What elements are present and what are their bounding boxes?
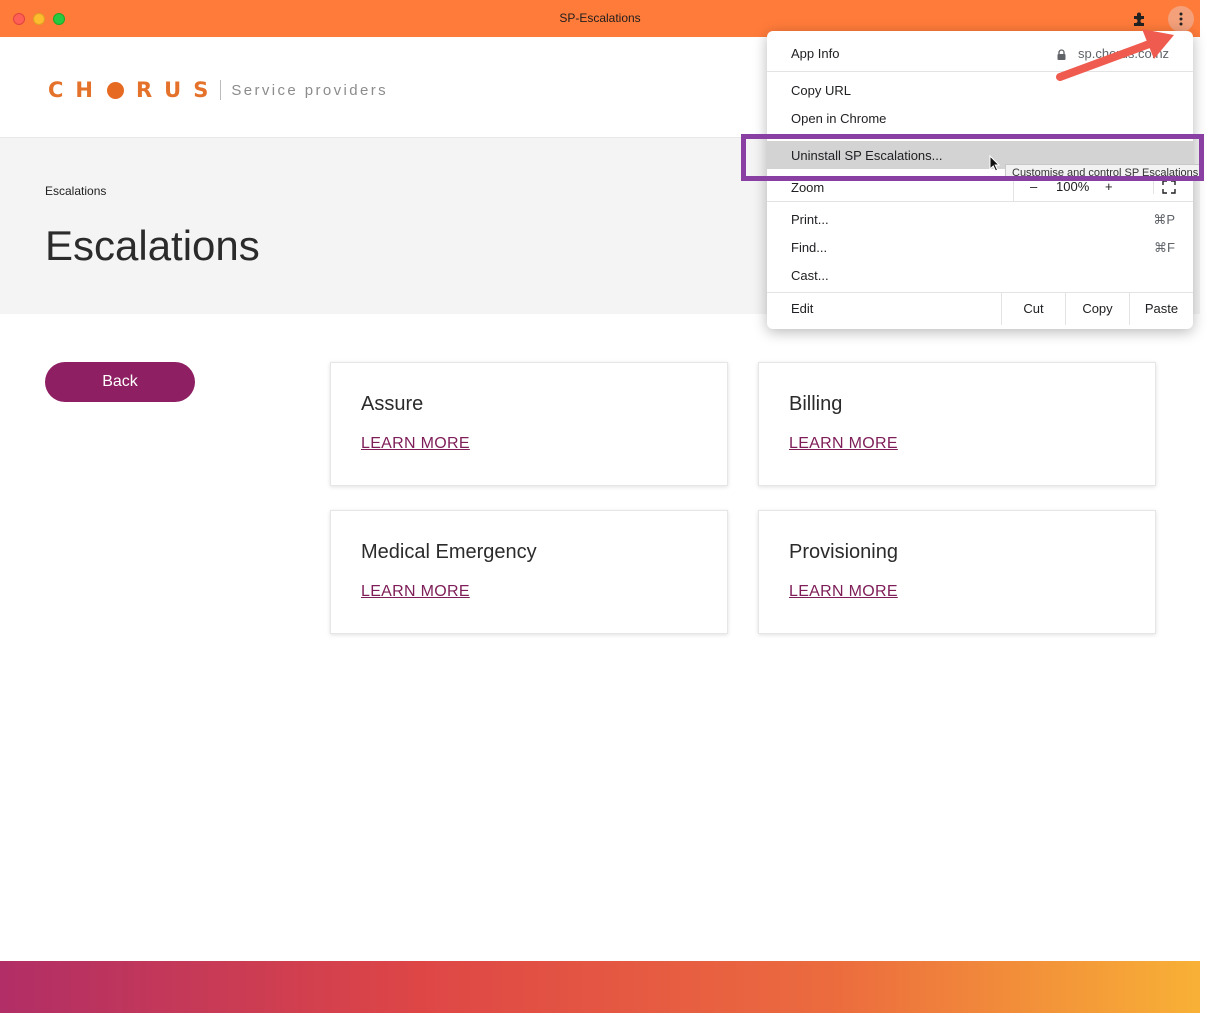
card-title: Medical Emergency — [361, 541, 537, 563]
paste-button[interactable]: Paste — [1129, 293, 1193, 325]
menu-label: Cast... — [791, 268, 829, 283]
page-title: Escalations — [45, 222, 260, 269]
copy-button[interactable]: Copy — [1065, 293, 1129, 325]
menu-label: Zoom — [791, 180, 825, 195]
card-assure: Assure LEARN MORE — [330, 362, 728, 486]
zoom-in-button[interactable]: + — [1105, 179, 1113, 194]
logo-word-left: CH — [48, 78, 105, 102]
menu-item-find[interactable]: Find... ⌘F — [767, 233, 1193, 261]
menu-item-edit: Edit Cut Copy Paste — [767, 293, 1193, 325]
back-button[interactable]: Back — [45, 362, 195, 402]
card-medical-emergency: Medical Emergency LEARN MORE — [330, 510, 728, 634]
card-title: Billing — [789, 393, 843, 415]
menu-label: App Info — [791, 46, 840, 61]
kebab-menu-icon — [1179, 12, 1183, 26]
zoom-level: 100% — [1056, 179, 1090, 194]
zoom-out-button[interactable]: – — [1030, 179, 1037, 194]
menu-label: Open in Chrome — [791, 111, 887, 126]
card-provisioning: Provisioning LEARN MORE — [758, 510, 1156, 634]
learn-more-link[interactable]: LEARN MORE — [361, 583, 470, 601]
logo-word-right: RUS — [136, 78, 221, 102]
menu-divider — [767, 201, 1193, 202]
shortcut-print: ⌘P — [1153, 212, 1175, 227]
logo-dot — [107, 81, 124, 99]
logo-divider — [220, 80, 222, 100]
learn-more-link[interactable]: LEARN MORE — [361, 435, 470, 453]
menu-item-print[interactable]: Print... ⌘P — [767, 205, 1193, 233]
menu-item-cast[interactable]: Cast... — [767, 261, 1193, 289]
learn-more-link[interactable]: LEARN MORE — [789, 583, 898, 601]
card-billing: Billing LEARN MORE — [758, 362, 1156, 486]
breadcrumb[interactable]: Escalations — [45, 184, 106, 198]
logo-subtitle: Service providers — [231, 81, 389, 99]
footer-gradient-bar — [0, 961, 1200, 1013]
window-title: SP-Escalations — [559, 11, 641, 25]
fullscreen-button[interactable] — [1153, 180, 1176, 194]
shortcut-find: ⌘F — [1154, 240, 1175, 255]
annotation-arrow — [1056, 29, 1174, 81]
menu-item-open-in-chrome[interactable]: Open in Chrome — [767, 104, 1193, 132]
menu-label: Find... — [791, 240, 828, 255]
cut-button[interactable]: Cut — [1001, 293, 1065, 325]
card-title: Assure — [361, 393, 424, 415]
chorus-logo[interactable]: CH RUS Service providers — [48, 78, 388, 102]
menu-label: Edit — [791, 301, 814, 316]
menu-label: Copy URL — [791, 83, 851, 98]
mouse-cursor-icon — [989, 155, 1001, 172]
learn-more-link[interactable]: LEARN MORE — [789, 435, 898, 453]
annotation-highlight-box — [741, 134, 1204, 181]
fullscreen-icon — [1162, 180, 1176, 194]
menu-label: Print... — [791, 212, 829, 227]
card-title: Provisioning — [789, 541, 898, 563]
